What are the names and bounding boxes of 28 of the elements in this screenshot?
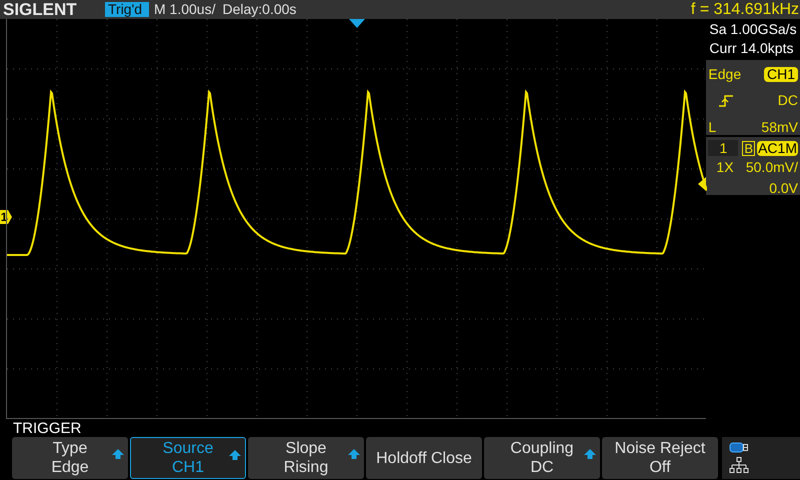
softkey[interactable]: Holdoff Close	[366, 437, 482, 479]
logo: SIGLENT	[3, 0, 78, 19]
softkey[interactable]: Noise Reject Off	[602, 437, 718, 479]
softkey[interactable]: Source CH1	[130, 437, 246, 479]
vertical-scale: 50.0mV/	[746, 158, 798, 177]
memory-depth: Curr 14.0kpts	[708, 39, 794, 58]
trigger-source: CH1	[764, 67, 798, 82]
trigger-level-reading: 58mV	[761, 118, 798, 137]
trigger-type: Edge	[708, 65, 742, 84]
timebase-label: M 1.00us/	[154, 0, 216, 19]
usb-icon	[729, 442, 749, 453]
trigger-level-label: L	[708, 118, 716, 137]
trigger-coupling: DC	[778, 91, 798, 110]
softkey[interactable]: Slope Rising	[248, 437, 364, 479]
channel-coupling: AC1M	[757, 140, 798, 156]
channel-number: 1	[708, 140, 738, 156]
delay-label: Delay:0.00s	[222, 0, 296, 19]
network-icon	[729, 457, 750, 474]
rising-edge-icon	[719, 94, 734, 106]
frequency-reading: f = 314.691kHz	[690, 0, 799, 20]
vertical-offset: 0.0V	[769, 179, 798, 198]
menu-title: TRIGGER	[13, 420, 82, 437]
sample-rate: Sa 1.00GSa/s	[708, 20, 798, 39]
softkey[interactable]: Coupling DC	[484, 437, 600, 479]
probe-ratio: 1X	[716, 158, 734, 177]
trigger-status: Trig'd	[105, 2, 149, 17]
bandwidth-limit-badge: B	[742, 140, 756, 156]
softkey[interactable]: Type Edge	[12, 437, 128, 479]
